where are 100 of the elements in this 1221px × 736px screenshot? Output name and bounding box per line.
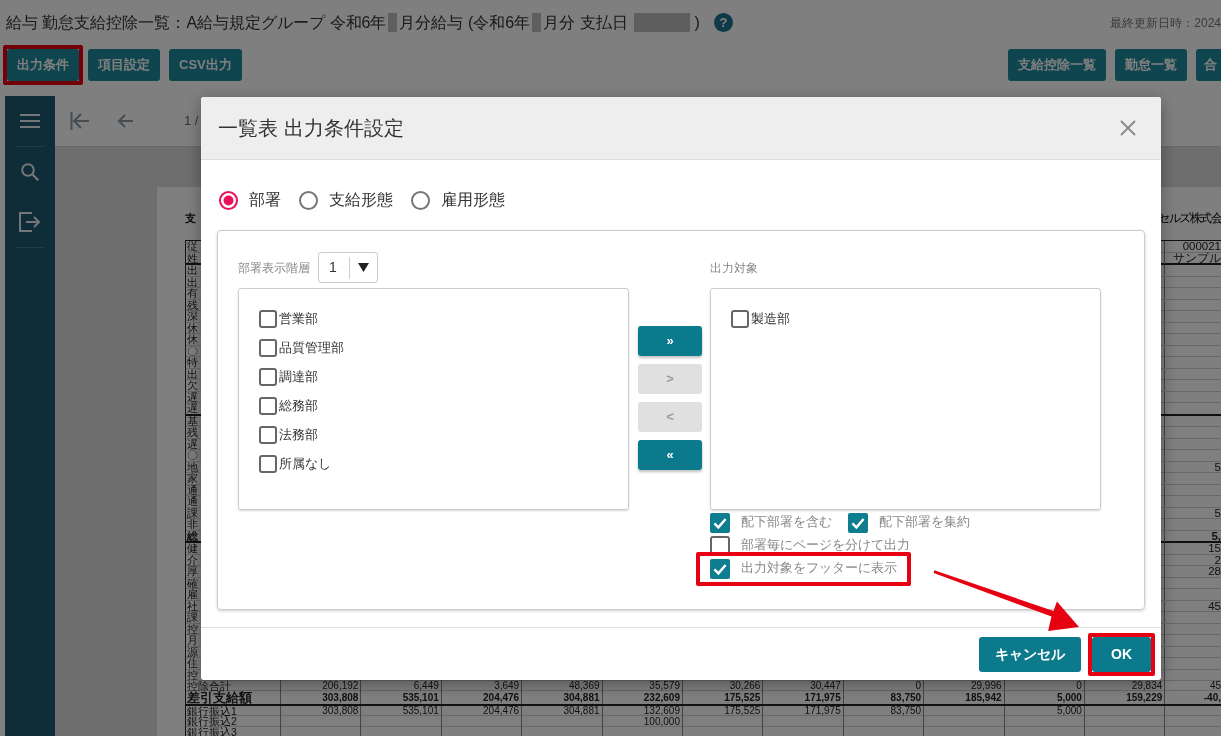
table-cell: 232,609	[643, 692, 680, 703]
radio-button[interactable]	[411, 190, 430, 210]
row-label: 特	[187, 357, 198, 368]
table-cell: 5	[1214, 461, 1221, 473]
row-label: 休	[187, 322, 198, 334]
search-icon[interactable]	[21, 163, 39, 181]
redaction-block	[532, 13, 542, 32]
department-name[interactable]: 調達部	[279, 366, 318, 387]
table-cell: 15	[1208, 543, 1221, 555]
report-title: 支	[185, 211, 196, 227]
radio-button[interactable]	[219, 190, 238, 210]
checkbox[interactable]	[848, 512, 868, 533]
table-cell: 185,942	[965, 692, 1002, 703]
option-label[interactable]: 配下部署を含む	[741, 515, 832, 530]
row-label: 深	[187, 311, 198, 322]
option-label[interactable]: 出力対象をフッターに表示	[741, 561, 897, 576]
row-label: 雇	[187, 589, 198, 600]
title-text: 月分 支払日	[543, 12, 628, 33]
department-name[interactable]: 品質管理部	[279, 337, 344, 358]
row-label: 有	[187, 288, 198, 299]
table-cell-text: 000021	[1182, 241, 1221, 252]
row-label: 遅	[187, 403, 198, 414]
toolbar-button[interactable]: 出力条件	[7, 49, 79, 81]
table-cell: 28	[1208, 566, 1221, 578]
output-target-label: 出力対象	[710, 259, 758, 277]
table-cell: 204,476	[483, 692, 520, 703]
checkbox[interactable]	[731, 309, 749, 328]
table-cell: 100,000	[643, 716, 680, 727]
table-cell: 303,808	[322, 706, 359, 717]
option-label[interactable]: 配下部署を集約	[879, 515, 970, 530]
row-label: 出	[187, 265, 198, 276]
redaction-block	[633, 13, 690, 32]
redaction-block	[388, 13, 398, 32]
radio-label[interactable]: 支給形態	[329, 188, 393, 212]
row-label: 遅	[187, 391, 198, 403]
department-name[interactable]: 営業部	[279, 308, 318, 329]
row-label: 出	[187, 276, 198, 288]
dialog-title: 一覧表 出力条件設定	[218, 116, 404, 140]
row-label: 残	[187, 427, 198, 438]
table-cell: 304,881	[563, 706, 600, 717]
row-label: 確	[187, 577, 198, 589]
toolbar-button[interactable]: 合	[1196, 49, 1221, 81]
page-indicator: 1 /	[184, 112, 199, 131]
table-cell: 206,192	[322, 681, 359, 692]
checkbox[interactable]	[259, 367, 277, 386]
row-label: 差引支給額	[187, 691, 252, 705]
toolbar-button[interactable]: 支給控除一覧	[1008, 49, 1106, 81]
toolbar-button[interactable]: 項目設定	[88, 49, 160, 81]
radio-label[interactable]: 部署	[249, 188, 281, 212]
radio-button[interactable]	[299, 190, 318, 210]
table-cell: 83,750	[890, 692, 922, 703]
table-cell: 0	[1076, 681, 1082, 692]
dialog-button[interactable]: OK	[1092, 636, 1151, 672]
table-cell: 48,369	[568, 681, 600, 692]
checkbox[interactable]	[259, 454, 277, 473]
row-label: 住	[187, 658, 198, 669]
row-label: 月	[187, 635, 198, 646]
toolbar-button[interactable]: CSV出力	[169, 49, 242, 81]
table-cell: 0	[915, 681, 922, 692]
row-label: 非	[187, 519, 198, 530]
row-label: 総	[187, 530, 198, 542]
department-name[interactable]: 製造部	[751, 308, 790, 329]
checkbox[interactable]	[710, 558, 730, 579]
close-icon[interactable]	[1120, 120, 1136, 136]
checkbox[interactable]	[259, 309, 277, 328]
logout-icon[interactable]	[19, 212, 41, 232]
toolbar-button[interactable]: 勤怠一覧	[1115, 49, 1187, 81]
hierarchy-label: 部署表示階層	[238, 259, 310, 277]
checkbox[interactable]	[259, 425, 277, 444]
move-button[interactable]: «	[638, 440, 702, 470]
row-label: 通	[187, 484, 198, 496]
table-cell: 175,525	[724, 706, 761, 717]
table-cell: 175,525	[724, 692, 761, 703]
table-cell: 5,000	[1056, 692, 1082, 703]
table-cell: 29,996	[970, 681, 1002, 692]
row-label: 通	[187, 496, 198, 507]
department-name[interactable]: 総務部	[279, 395, 318, 416]
help-button[interactable]: ?	[713, 13, 733, 32]
table-cell: 535,101	[402, 692, 439, 703]
checkbox[interactable]	[710, 512, 730, 533]
menu-icon[interactable]	[20, 113, 40, 129]
table-cell: 35,579	[649, 681, 680, 692]
checkbox[interactable]	[259, 338, 277, 357]
table-cell: 171,975	[804, 706, 841, 717]
row-label: 課	[187, 507, 198, 519]
row-label: 地	[187, 461, 198, 473]
table-cell: 5	[1214, 507, 1221, 519]
row-label: 銀行振込1	[187, 705, 237, 717]
row-label: 遅	[187, 438, 198, 450]
table-cell: 5,	[1211, 530, 1221, 542]
checkbox[interactable]	[259, 396, 277, 415]
department-name[interactable]: 法務部	[279, 424, 318, 445]
option-label[interactable]: 部署毎にページを分けて出力	[741, 538, 910, 553]
table-cell: 30,266	[729, 681, 761, 692]
move-button[interactable]: »	[638, 326, 702, 356]
table-cell: 204,476	[483, 706, 520, 717]
hierarchy-select[interactable]: 1	[318, 252, 378, 283]
radio-label[interactable]: 雇用形態	[441, 188, 505, 212]
department-name[interactable]: 所属なし	[279, 453, 331, 474]
dialog-button[interactable]: キャンセル	[979, 636, 1081, 672]
